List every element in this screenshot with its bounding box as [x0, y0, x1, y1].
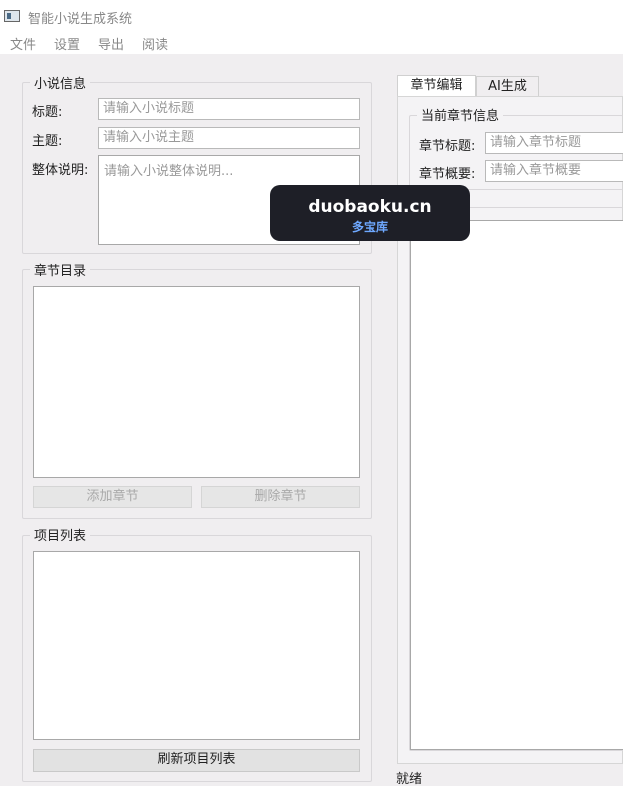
- app-icon: [4, 10, 20, 22]
- menu-export[interactable]: 导出: [98, 34, 124, 53]
- chapter-content-editor[interactable]: [410, 220, 623, 750]
- status-text: 就绪: [396, 772, 423, 786]
- menu-settings[interactable]: 设置: [54, 34, 80, 53]
- chapter-title-input[interactable]: 请输入章节标题: [485, 132, 623, 154]
- delete-chapter-button[interactable]: 删除章节: [201, 486, 360, 508]
- project-list-title: 项目列表: [30, 525, 91, 544]
- novel-title-label: 标题:: [32, 105, 63, 120]
- tab-ai-generate[interactable]: AI生成: [476, 76, 539, 97]
- window-title: 智能小说生成系统: [28, 12, 133, 27]
- novel-theme-input[interactable]: 请输入小说主题: [98, 127, 360, 149]
- menu-bar: 文件 设置 导出 阅读: [0, 30, 623, 54]
- project-list[interactable]: [33, 551, 360, 740]
- watermark-text: duobaoku.cn: [308, 197, 432, 217]
- novel-info-title: 小说信息: [30, 73, 91, 92]
- chapter-list[interactable]: [33, 286, 360, 478]
- refresh-projects-button[interactable]: 刷新项目列表: [33, 749, 360, 772]
- title-bar: 智能小说生成系统: [0, 0, 623, 30]
- chapter-summary-label: 章节概要:: [419, 167, 476, 182]
- menu-read[interactable]: 阅读: [142, 34, 168, 53]
- watermark-subtext: 多宝库: [351, 220, 388, 234]
- novel-desc-label: 整体说明:: [32, 163, 89, 178]
- novel-title-input[interactable]: 请输入小说标题: [98, 98, 360, 120]
- add-chapter-button[interactable]: 添加章节: [33, 486, 192, 508]
- chapter-summary-input[interactable]: 请输入章节概要: [485, 160, 623, 182]
- chapter-title-label: 章节标题:: [419, 139, 476, 154]
- novel-theme-label: 主题:: [32, 134, 63, 149]
- tab-chapter-edit[interactable]: 章节编辑: [397, 75, 476, 97]
- chapter-catalog-title: 章节目录: [30, 260, 91, 279]
- watermark-overlay: duobaoku.cn 多宝库: [270, 185, 470, 241]
- chapter-info-title: 当前章节信息: [417, 105, 504, 124]
- menu-file[interactable]: 文件: [10, 34, 36, 53]
